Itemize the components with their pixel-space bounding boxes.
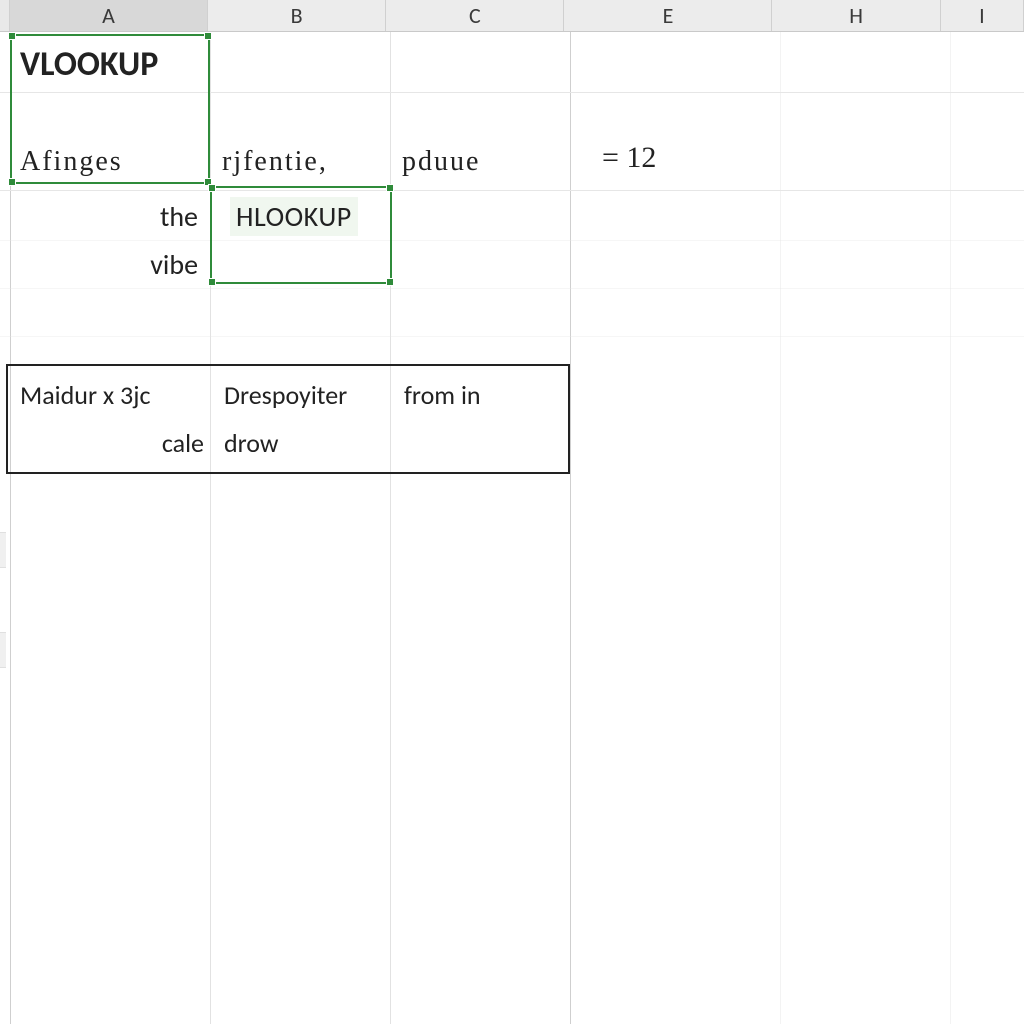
cell-A4-text[interactable]: vibe [14, 242, 204, 286]
cell-C2-text[interactable]: pduue [396, 140, 572, 184]
cell-A1[interactable]: VLOOKUP [14, 38, 210, 90]
worksheet-grid[interactable]: VLOOKUP Afinges rjfentie, pduue = 12 the… [0, 32, 1024, 1024]
column-header-B[interactable]: B [208, 0, 386, 31]
column-header-A[interactable]: A [10, 0, 208, 31]
column-header-C[interactable]: C [386, 0, 564, 31]
box-A-line2[interactable]: cale [14, 422, 210, 464]
box-B-line1[interactable]: Drespoyiter [218, 374, 394, 416]
box-B-line2[interactable]: drow [218, 422, 394, 464]
cell-B2-text[interactable]: rjfentie, [216, 140, 392, 184]
column-header-E[interactable]: E [564, 0, 772, 31]
row-header-spacer [0, 0, 10, 31]
column-header-I[interactable]: I [941, 0, 1024, 31]
cell-E2-text[interactable]: = 12 [596, 136, 756, 180]
cell-A2-text[interactable]: Afinges [14, 140, 210, 184]
cell-A3-text[interactable]: the [14, 194, 204, 238]
cell-B3-hlookup[interactable]: HLOOKUP [230, 197, 358, 236]
box-C-line1[interactable]: from in [398, 374, 574, 416]
column-header-row: A B C E H I [0, 0, 1024, 32]
column-header-H[interactable]: H [772, 0, 940, 31]
box-A-line1[interactable]: Maidur x 3jc [14, 374, 214, 416]
spreadsheet: A B C E H I VLOOKUP Afinges rjfentie, pd… [0, 0, 1024, 1024]
